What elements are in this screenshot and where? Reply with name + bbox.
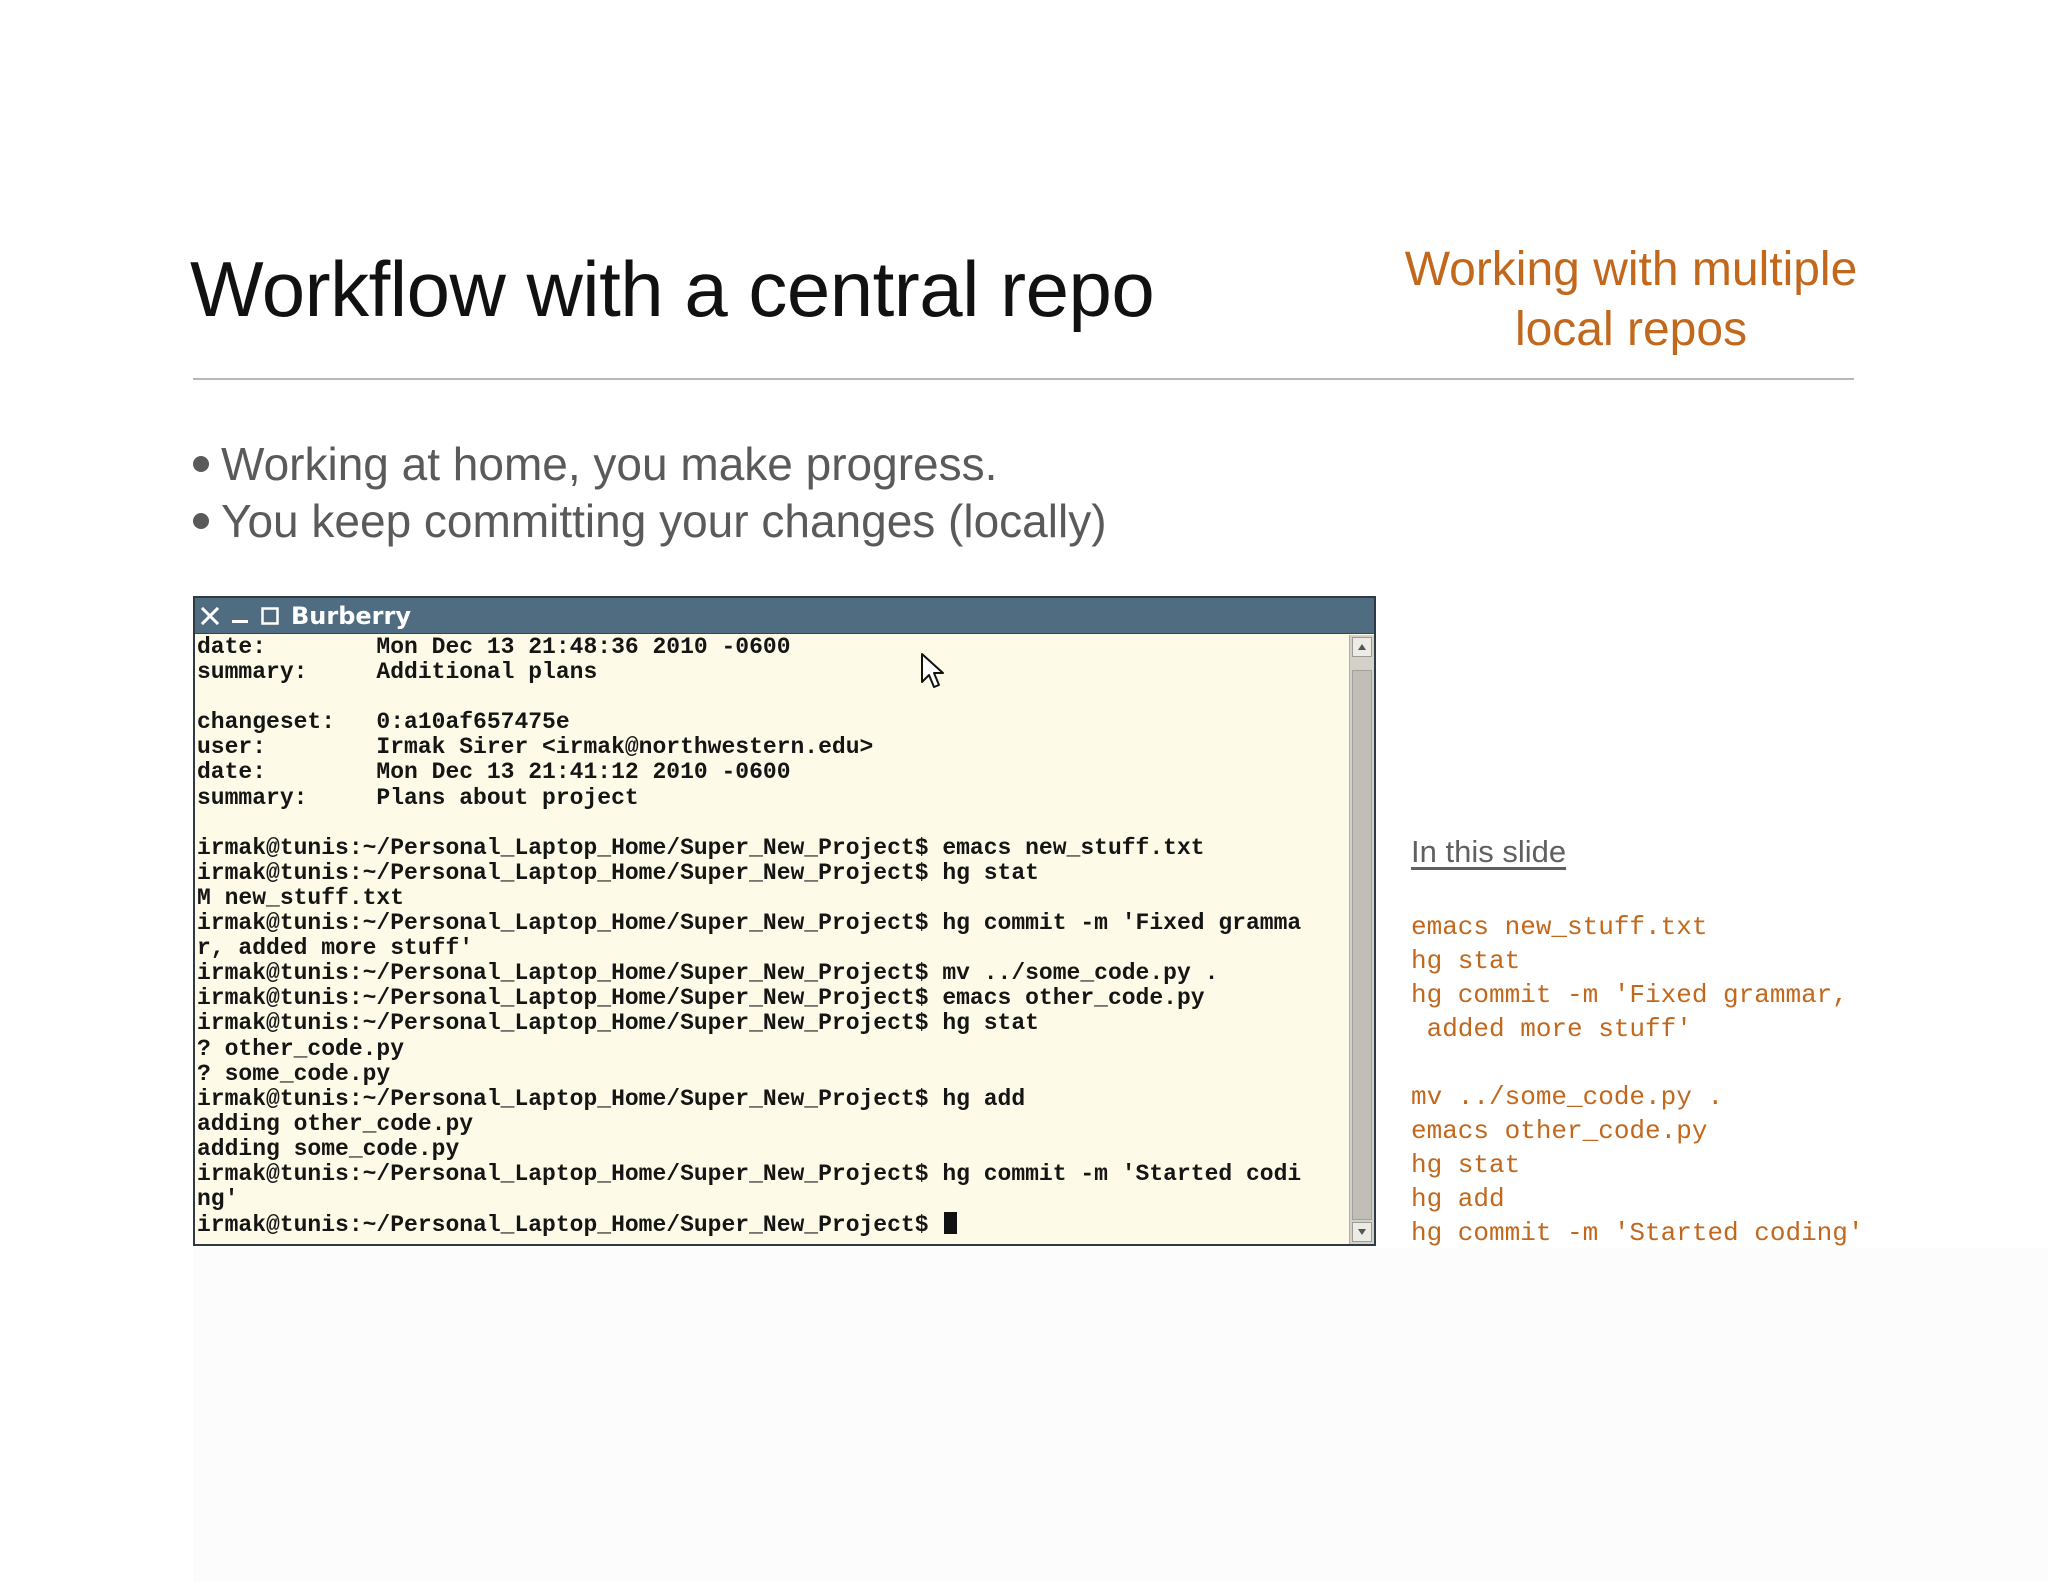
terminal-cursor — [944, 1212, 958, 1235]
title-divider — [193, 378, 1854, 380]
terminal-line: irmak@tunis:~/Personal_Laptop_Home/Super… — [197, 834, 1205, 861]
terminal-line: M new_stuff.txt — [197, 884, 405, 911]
terminal-line: user: Irmak Sirer <irmak@northwestern.ed… — [197, 734, 874, 761]
terminal-line: irmak@tunis:~/Personal_Laptop_Home/Super… — [197, 985, 1205, 1012]
terminal-line: ? some_code.py — [197, 1060, 391, 1087]
terminal-line: r, added more stuff' — [197, 935, 474, 962]
maximize-button[interactable] — [255, 598, 285, 633]
scroll-thumb[interactable] — [1352, 670, 1372, 1220]
terminal-line: irmak@tunis:~/Personal_Laptop_Home/Super… — [197, 1160, 1302, 1187]
minimize-button[interactable] — [225, 598, 255, 633]
terminal-line: summary: Plans about project — [197, 784, 639, 811]
section-label: Working with multiple local repos — [1366, 240, 1896, 360]
terminal-line: irmak@tunis:~/Personal_Laptop_Home/Super… — [197, 859, 1039, 886]
bullet-item: You keep committing your changes (locall… — [193, 493, 1107, 550]
scroll-up-icon — [1358, 644, 1366, 650]
terminal-titlebar[interactable]: Burberry — [195, 598, 1374, 634]
terminal-line: irmak@tunis:~/Personal_Laptop_Home/Super… — [197, 1085, 1026, 1112]
command-line: hg add — [1411, 1184, 1505, 1214]
command-line: added more stuff' — [1411, 1014, 1692, 1044]
close-icon — [200, 606, 220, 625]
terminal-line: date: Mon Dec 13 21:41:12 2010 -0600 — [197, 759, 791, 786]
command-line: hg commit -m 'Fixed grammar, — [1411, 980, 1848, 1010]
bullet-item: Working at home, you make progress. — [193, 436, 1107, 493]
terminal-line: adding other_code.py — [197, 1110, 474, 1137]
terminal-line: irmak@tunis:~/Personal_Laptop_Home/Super… — [197, 1010, 1039, 1037]
section-label-line: local repos — [1514, 303, 1748, 356]
scroll-down-icon — [1358, 1229, 1366, 1235]
command-line: emacs new_stuff.txt — [1411, 912, 1708, 942]
terminal-output[interactable]: date: Mon Dec 13 21:48:36 2010 -0600 summ… — [195, 635, 1350, 1244]
terminal-line: ng' — [197, 1186, 239, 1213]
slide-title: Workflow with a central repo — [190, 245, 1155, 333]
terminal-scrollbar[interactable] — [1349, 635, 1374, 1244]
terminal-line: irmak@tunis:~/Personal_Laptop_Home/Super… — [197, 960, 1219, 987]
terminal-line: summary: Additional plans — [197, 659, 598, 686]
command-line: hg stat — [1411, 1150, 1521, 1180]
bullet-dot-icon — [193, 512, 209, 529]
command-line: hg commit -m 'Started coding' — [1411, 1218, 1864, 1248]
bullet-dot-icon — [193, 455, 209, 472]
bullet-text: You keep committing your changes (locall… — [221, 495, 1107, 547]
slide-lower-background — [193, 1248, 2048, 1582]
terminal-line: date: Mon Dec 13 21:48:36 2010 -0600 — [197, 635, 791, 660]
in-this-slide-heading: In this slide — [1411, 834, 1567, 869]
scroll-up-button[interactable] — [1352, 637, 1372, 657]
close-button[interactable] — [195, 598, 225, 633]
maximize-icon — [261, 606, 279, 625]
terminal-line: irmak@tunis:~/Personal_Laptop_Home/Super… — [197, 910, 1302, 937]
terminal-title: Burberry — [291, 601, 411, 630]
terminal-line: ? other_code.py — [197, 1035, 405, 1062]
terminal-line: adding some_code.py — [197, 1135, 460, 1162]
command-line: mv ../some_code.py . — [1411, 1082, 1724, 1112]
scroll-down-button[interactable] — [1352, 1222, 1372, 1242]
bullet-text: Working at home, you make progress. — [221, 438, 998, 490]
bullet-list: Working at home, you make progress. You … — [193, 436, 1107, 550]
terminal-window[interactable]: Burberry date: Mon Dec 13 21:48:36 2010 … — [193, 596, 1376, 1246]
command-line: hg stat — [1411, 946, 1521, 976]
minimize-icon — [232, 619, 248, 623]
mouse-pointer-icon — [921, 653, 944, 688]
section-label-line: Working with multiple — [1404, 243, 1858, 296]
terminal-line: irmak@tunis:~/Personal_Laptop_Home/Super… — [197, 1212, 1350, 1238]
terminal-line: changeset: 0:a10af657475e — [197, 709, 570, 736]
command-line: emacs other_code.py — [1411, 1116, 1708, 1146]
command-line — [1411, 1046, 1863, 1080]
command-list: emacs new_stuff.txthg stat hg commit -m '… — [1411, 910, 1863, 1250]
